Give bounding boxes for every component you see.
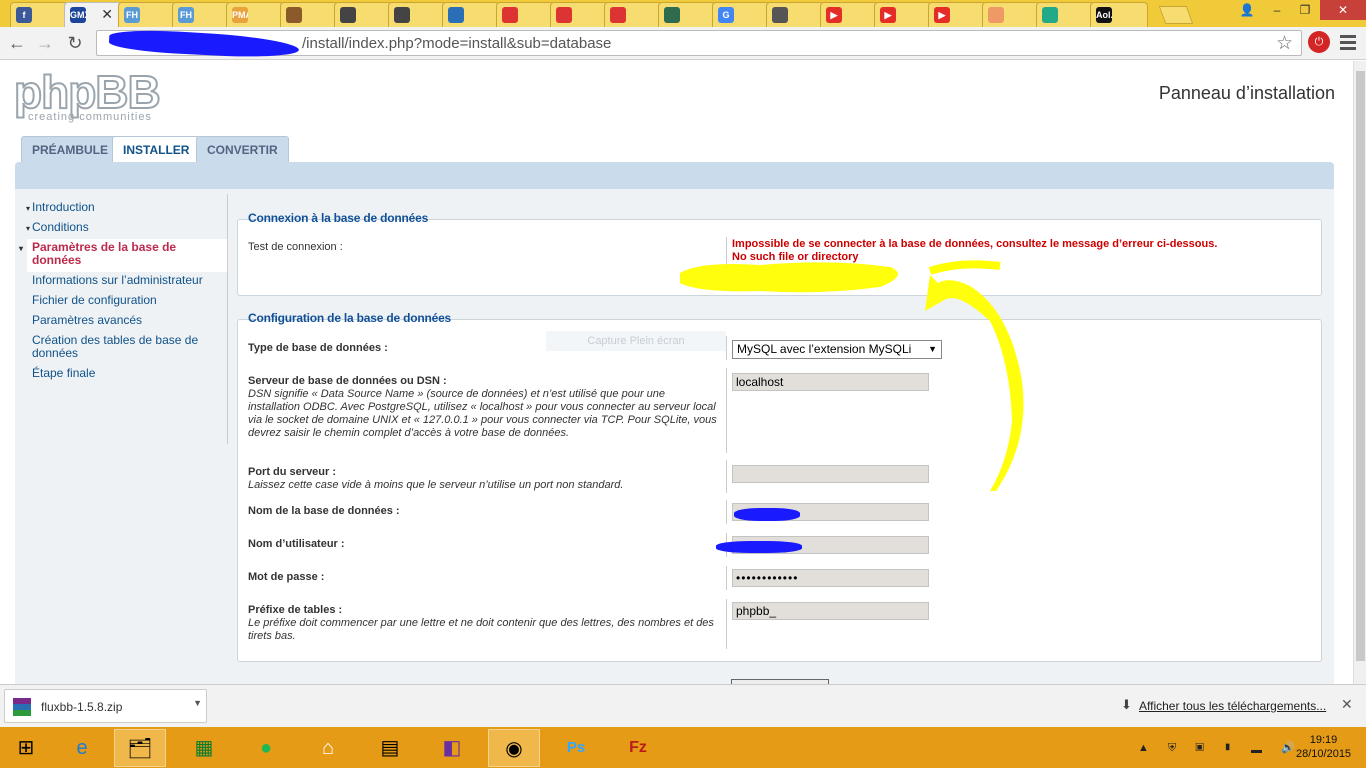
browser-menu-icon[interactable] xyxy=(1340,35,1356,53)
browser-tab[interactable]: Aol. xyxy=(1090,2,1148,27)
facebook-icon: f xyxy=(16,7,32,23)
youtube-icon: ▶ xyxy=(826,7,842,23)
browser-tab[interactable]: ▶ xyxy=(820,2,878,27)
clock-date: 28/10/2015 xyxy=(1296,748,1352,760)
browser-tab[interactable] xyxy=(658,2,716,27)
browser-tab[interactable] xyxy=(766,2,824,27)
bookmark-star-icon[interactable]: ☆ xyxy=(1276,32,1293,55)
extension-icon[interactable]: ⏻ xyxy=(1308,31,1330,53)
photoshop-icon[interactable]: Ps xyxy=(550,729,602,767)
browser-tab[interactable]: FH xyxy=(172,2,230,27)
magnet-icon xyxy=(502,7,518,23)
arrow-highlight-mark xyxy=(925,275,1024,491)
browser-tab[interactable] xyxy=(550,2,608,27)
rainbow-icon xyxy=(988,7,1004,23)
spotify-icon[interactable]: ● xyxy=(240,729,292,767)
fh-icon: FH xyxy=(178,7,194,23)
download-item[interactable]: fluxbb-1.5.8.zip ▼ xyxy=(4,689,207,723)
browser-tab[interactable] xyxy=(388,2,446,27)
profile-icon[interactable]: 👤 xyxy=(1232,0,1262,20)
highlight-annotation xyxy=(680,260,1024,491)
minimize-button[interactable]: – xyxy=(1262,0,1292,20)
browser-tab[interactable] xyxy=(982,2,1040,27)
new-tab-button[interactable] xyxy=(1158,6,1194,24)
browser-tab[interactable] xyxy=(334,2,392,27)
browser-toolbar: ← → ↻ /install/index.php?mode=install&su… xyxy=(0,27,1366,60)
download-icon: ⬇ xyxy=(1121,697,1132,712)
error-highlight-mark xyxy=(680,262,898,293)
dial-icon xyxy=(1042,7,1058,23)
browser-tab[interactable] xyxy=(442,2,500,27)
start-icon[interactable]: ⊞ xyxy=(0,729,52,767)
close-tab-icon[interactable]: ✕ xyxy=(101,6,113,23)
download-filename: fluxbb-1.5.8.zip xyxy=(41,700,123,714)
page-content: phpBB creating communities Panneau d’ins… xyxy=(0,61,1353,684)
browser-tab[interactable]: FH xyxy=(118,2,176,27)
magnet-icon xyxy=(556,7,572,23)
scrollbar-thumb[interactable] xyxy=(1356,71,1365,661)
magnet-icon xyxy=(610,7,626,23)
aol-icon: Aol. xyxy=(1096,7,1112,23)
address-bar[interactable]: /install/index.php?mode=install&sub=data… xyxy=(96,28,1302,60)
system-tray[interactable]: ▲ ⛨ ▣ ▮ ▂ 🔊 xyxy=(1138,741,1303,755)
wolf-icon xyxy=(772,7,788,23)
browser-tab[interactable]: G xyxy=(712,2,770,27)
redaction-scribble xyxy=(108,28,300,60)
chevron-down-icon[interactable]: ▼ xyxy=(193,698,202,708)
browser-tab[interactable]: ▶ xyxy=(928,2,986,27)
taskbar-clock[interactable]: 19:19 28/10/2015 xyxy=(1296,733,1351,761)
chrome-icon[interactable]: ◉ xyxy=(488,729,540,767)
browser-tab[interactable]: f xyxy=(10,2,68,27)
url-text: /install/index.php?mode=install&sub=data… xyxy=(302,35,612,52)
notes-icon[interactable]: ▤ xyxy=(364,729,416,767)
browser-tab[interactable] xyxy=(1036,2,1094,27)
browser-tab[interactable]: ▶ xyxy=(874,2,932,27)
camera-icon xyxy=(664,7,680,23)
browser-tab[interactable]: GMX ✕ xyxy=(64,2,122,28)
bird-icon xyxy=(286,7,302,23)
file-explorer-icon[interactable]: 🗂 xyxy=(114,729,166,767)
maximize-button[interactable]: ❐ xyxy=(1290,0,1320,20)
browser-tab[interactable] xyxy=(604,2,662,27)
forward-icon[interactable]: → xyxy=(34,32,56,54)
browser-tab-strip: f GMX ✕ FH FH PMA G ▶ ▶ ▶ Aol. 👤 – ❐ ✕ xyxy=(0,0,1366,28)
download-shelf: fluxbb-1.5.8.zip ▼ ⬇ Afficher tous les t… xyxy=(0,684,1366,727)
onenote-icon[interactable]: ◧ xyxy=(426,729,478,767)
arrow-head-mark xyxy=(928,260,1001,275)
filezilla-icon[interactable]: Fz xyxy=(612,729,664,767)
youtube-icon: ▶ xyxy=(880,7,896,23)
close-icon[interactable]: ✕ xyxy=(1341,696,1353,713)
gmx-icon: GMX xyxy=(70,7,86,23)
browser-tab[interactable]: PMA xyxy=(226,2,284,27)
google-icon: G xyxy=(718,7,734,23)
youtube-icon: ▶ xyxy=(934,7,950,23)
windows-taskbar: ⊞ e 🗂 ▦ ● ⌂ ▤ ◧ ◉ Ps Fz ▲ ⛨ ▣ ▮ ▂ 🔊 19:1… xyxy=(0,727,1366,768)
globe-icon xyxy=(448,7,464,23)
show-all-downloads-link[interactable]: Afficher tous les téléchargements... xyxy=(1139,699,1326,713)
swirl-icon xyxy=(340,7,356,23)
browser-tab[interactable] xyxy=(280,2,338,27)
swirl-icon xyxy=(394,7,410,23)
clock-time: 19:19 xyxy=(1309,734,1338,746)
reload-icon[interactable]: ↻ xyxy=(64,32,86,54)
page-scrollbar[interactable] xyxy=(1353,61,1366,684)
close-window-button[interactable]: ✕ xyxy=(1320,0,1366,20)
fh-icon: FH xyxy=(124,7,140,23)
pma-icon: PMA xyxy=(232,7,248,23)
archive-icon xyxy=(13,698,31,716)
home-icon[interactable]: ⌂ xyxy=(302,729,354,767)
back-icon[interactable]: ← xyxy=(6,32,28,54)
store-icon[interactable]: ▦ xyxy=(178,729,230,767)
internet-explorer-icon[interactable]: e xyxy=(56,729,108,767)
browser-tab[interactable] xyxy=(496,2,554,27)
